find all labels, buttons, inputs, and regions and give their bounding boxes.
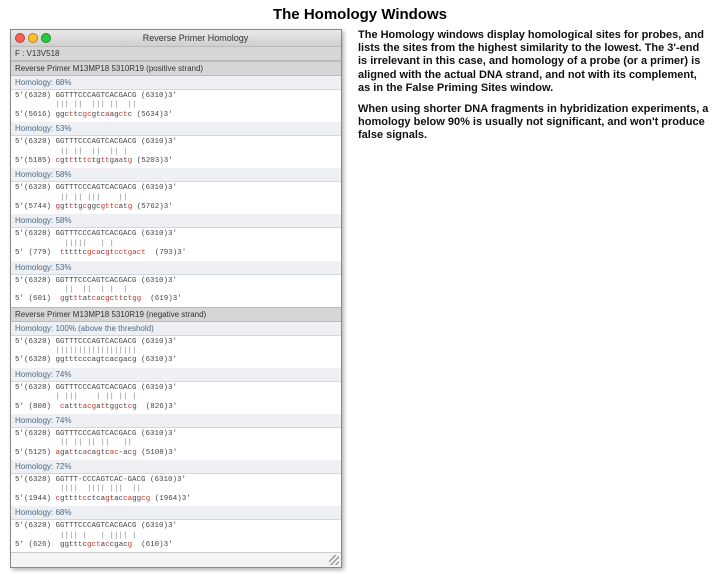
- section-header: Reverse Primer M13MP18 5310R19 (negative…: [11, 307, 341, 322]
- alignment-block: 5'(6328) GGTTTCCCAGTCACGACG (6310)3' || …: [11, 136, 341, 168]
- homology-header: Homology: 74%: [11, 368, 341, 382]
- alignment-block: 5'(6328) GGTTTCCCAGTCACGACG (6310)3' |||…: [11, 228, 341, 260]
- alignment-block: 5'(6328) GGTTTCCCAGTCACGACG (6310)3' |||…: [11, 520, 341, 552]
- field-label: F : V13V518: [11, 46, 341, 61]
- alignment-block: 5'(6328) GGTTT-CCCAGTCAC-GACG (6310)3' |…: [11, 474, 341, 506]
- window-title: Reverse Primer Homology: [54, 33, 337, 43]
- homology-header: Homology: 58%: [11, 214, 341, 228]
- homology-header: Homology: 68%: [11, 506, 341, 520]
- description-text: The Homology windows display homological…: [358, 29, 710, 568]
- alignment-block: 5'(6328) GGTTTCCCAGTCACGACG (6310)3' | |…: [11, 382, 341, 414]
- homology-header: Homology: 58%: [11, 168, 341, 182]
- homology-header: Homology: 53%: [11, 261, 341, 275]
- resize-handle-icon[interactable]: [329, 555, 339, 565]
- window-titlebar[interactable]: Reverse Primer Homology: [11, 30, 341, 46]
- paragraph-1: The Homology windows display homological…: [358, 29, 710, 95]
- homology-header: Homology: 68%: [11, 76, 341, 90]
- window-footer: [11, 552, 341, 567]
- page-title: The Homology Windows: [10, 6, 710, 23]
- homology-header: Homology: 72%: [11, 460, 341, 474]
- alignment-block: 5'(6328) GGTTTCCCAGTCACGACG (6310)3' || …: [11, 182, 341, 214]
- close-icon[interactable]: [15, 33, 25, 43]
- zoom-icon[interactable]: [41, 33, 51, 43]
- alignment-block: 5'(6328) GGTTTCCCAGTCACGACG (6310)3' |||…: [11, 90, 341, 122]
- homology-window: Reverse Primer Homology F : V13V518 Reve…: [10, 29, 342, 568]
- minimize-icon[interactable]: [28, 33, 38, 43]
- alignment-block: 5'(6328) GGTTTCCCAGTCACGACG (6310)3' |||…: [11, 336, 341, 368]
- paragraph-2: When using shorter DNA fragments in hybr…: [358, 103, 710, 143]
- homology-header: Homology: 100% (above the threshold): [11, 322, 341, 336]
- homology-header: Homology: 53%: [11, 122, 341, 136]
- homology-header: Homology: 74%: [11, 414, 341, 428]
- section-header: Reverse Primer M13MP18 5310R19 (positive…: [11, 61, 341, 76]
- alignment-block: 5'(6328) GGTTTCCCAGTCACGACG (6310)3' || …: [11, 275, 341, 307]
- alignment-block: 5'(6328) GGTTTCCCAGTCACGACG (6310)3' || …: [11, 428, 341, 460]
